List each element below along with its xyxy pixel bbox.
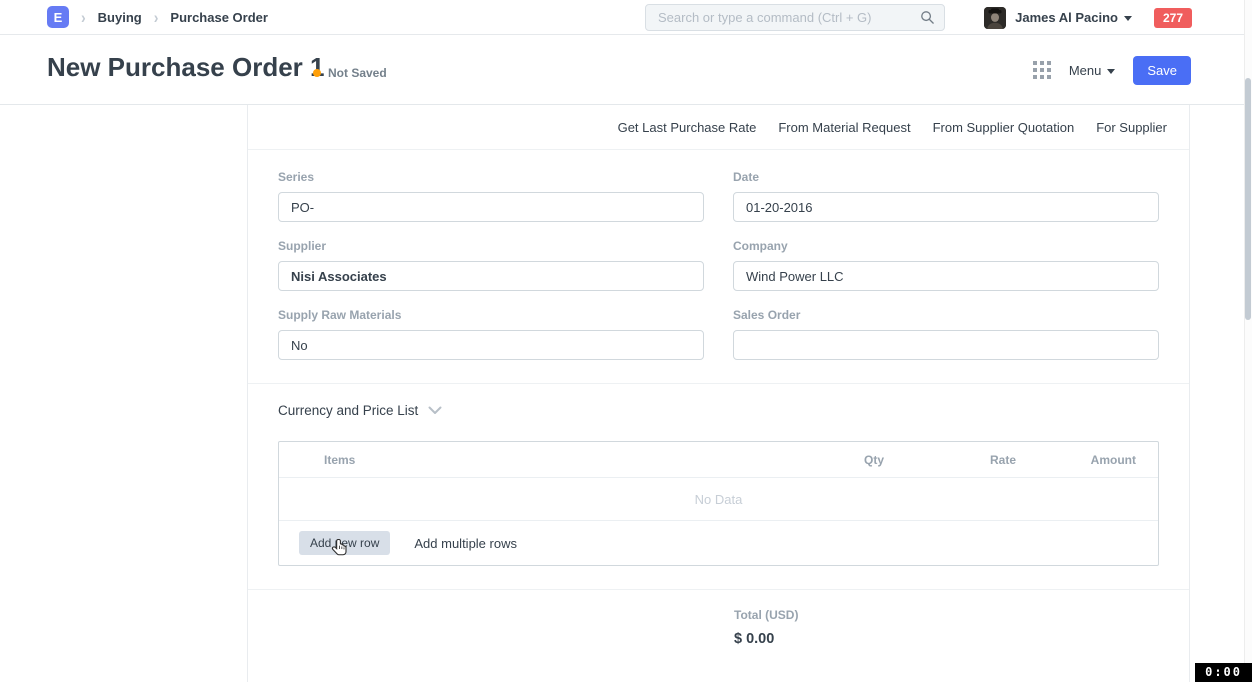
items-grid-header: Items Qty Rate Amount [279,442,1158,478]
page-head: New Purchase Order 1 Not Saved Menu Save [0,35,1252,105]
global-search [645,4,945,31]
no-data-row: No Data [279,478,1158,521]
supplier-label: Supplier [278,239,704,253]
field-date: Date [733,170,1159,222]
save-button[interactable]: Save [1133,56,1191,85]
field-supplier: Supplier [278,239,704,291]
user-menu[interactable]: James Al Pacino [1015,10,1132,25]
series-label: Series [278,170,704,184]
page-head-actions: Menu Save [1033,35,1191,105]
scrollbar-track[interactable] [1244,0,1252,682]
from-material-request-link[interactable]: From Material Request [778,120,910,135]
supplier-input[interactable] [278,261,704,291]
currency-price-list-section-toggle[interactable]: Currency and Price List [248,384,1189,433]
user-avatar[interactable] [984,7,1006,29]
breadcrumb-buying[interactable]: Buying [98,10,142,25]
field-company: Company [733,239,1159,291]
user-name-label: James Al Pacino [1015,10,1118,25]
notifications-badge[interactable]: 277 [1154,8,1192,28]
form-section-main: Series Date Supplier Company Supply Raw … [248,150,1189,360]
date-input[interactable] [733,192,1159,222]
supply-raw-materials-label: Supply Raw Materials [278,308,704,322]
form-action-links: Get Last Purchase Rate From Material Req… [248,105,1189,150]
column-amount: Amount [1026,453,1158,467]
total-usd-label: Total (USD) [734,608,1159,622]
company-label: Company [733,239,1159,253]
sales-order-input[interactable] [733,330,1159,360]
chevron-down-icon [428,406,442,415]
menu-dropdown[interactable]: Menu [1069,63,1116,78]
page-title: New Purchase Order 1 [47,52,324,83]
for-supplier-link[interactable]: For Supplier [1096,120,1167,135]
form-content: Get Last Purchase Rate From Material Req… [247,105,1190,682]
column-items: Items [279,453,762,467]
breadcrumb-chevron-icon: › [154,7,159,26]
get-last-purchase-rate-link[interactable]: Get Last Purchase Rate [618,120,757,135]
field-supply-raw-materials: Supply Raw Materials [278,308,704,360]
date-label: Date [733,170,1159,184]
field-series: Series [278,170,704,222]
search-icon[interactable] [920,10,935,25]
from-supplier-quotation-link[interactable]: From Supplier Quotation [933,120,1075,135]
status-label: Not Saved [328,66,387,80]
app-window: E › Buying › Purchase Order James Al Pac… [0,0,1252,682]
series-input[interactable] [278,192,704,222]
column-qty: Qty [762,453,894,467]
add-multiple-rows-button[interactable]: Add multiple rows [414,536,517,551]
scrollbar-thumb[interactable] [1245,78,1251,320]
company-input[interactable] [733,261,1159,291]
status-dot-icon [313,69,321,77]
items-grid-footer: Add new row Add multiple rows [279,521,1158,565]
chevron-down-icon [1124,16,1132,21]
save-status-indicator: Not Saved [313,66,387,80]
breadcrumb-purchase-order[interactable]: Purchase Order [170,10,268,25]
currency-price-list-label: Currency and Price List [278,403,418,418]
chevron-down-icon [1107,69,1115,74]
column-rate: Rate [894,453,1026,467]
app-logo[interactable]: E [47,6,69,28]
search-input[interactable] [646,10,920,25]
supply-raw-materials-input[interactable] [278,330,704,360]
items-grid: Items Qty Rate Amount No Data Add new ro… [278,441,1159,566]
grid-menu-icon[interactable] [1033,61,1051,79]
add-new-row-button[interactable]: Add new row [299,531,390,555]
total-usd-value: $ 0.00 [734,631,1159,647]
navbar-left: E › Buying › Purchase Order [0,6,268,28]
sales-order-label: Sales Order [733,308,1159,322]
navbar: E › Buying › Purchase Order James Al Pac… [0,0,1252,35]
totals-section: Total (USD) $ 0.00 [248,590,1189,647]
breadcrumb-chevron-icon: › [81,7,86,26]
field-sales-order: Sales Order [733,308,1159,360]
recording-timer-badge: 0:00 [1195,663,1252,682]
navbar-right: James Al Pacino 277 [984,0,1192,35]
menu-label: Menu [1069,63,1102,78]
